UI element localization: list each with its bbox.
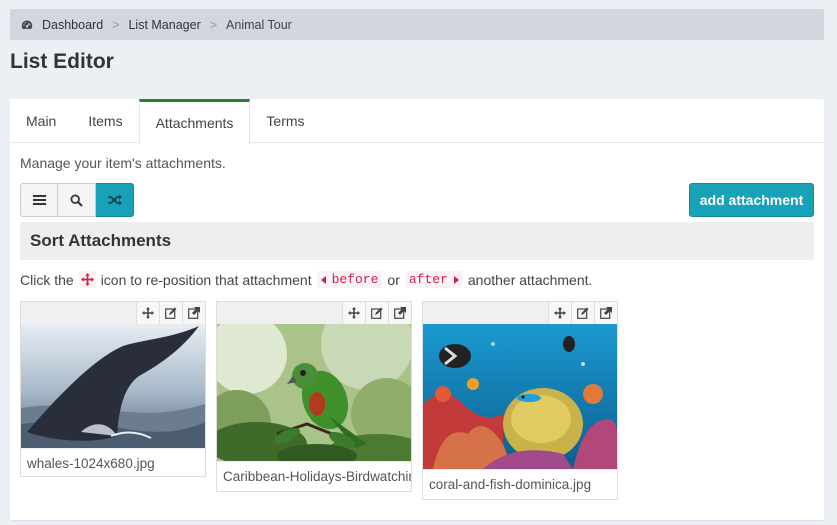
attachment-filename: whales-1024x680.jpg <box>21 448 205 478</box>
sort-instructions: Click the icon to re-position that attac… <box>20 271 592 288</box>
dashboard-icon <box>21 20 33 29</box>
after-code: after <box>404 271 463 288</box>
tab-items[interactable]: Items <box>72 99 138 143</box>
view-toggle-group <box>20 183 134 217</box>
attachment-card: Caribbean-Holidays-Birdwatching.jpg <box>216 301 412 492</box>
attachment-card: whales-1024x680.jpg <box>20 301 206 477</box>
tab-attachments[interactable]: Attachments <box>138 99 251 144</box>
list-view-button[interactable] <box>20 183 58 217</box>
move-icon[interactable] <box>136 302 159 324</box>
manage-description: Manage your item's attachments. <box>20 155 226 171</box>
search-icon <box>70 193 83 207</box>
move-icon[interactable] <box>548 302 571 324</box>
instructions-suffix: another attachment. <box>467 271 593 288</box>
breadcrumb-separator: > <box>112 17 120 32</box>
tab-terms[interactable]: Terms <box>250 99 320 143</box>
breadcrumb-current: Animal Tour <box>226 17 292 32</box>
tab-bar: Main Items Attachments Terms <box>10 99 824 144</box>
instructions-middle: icon to re-position that attachment <box>100 271 312 288</box>
before-label: before <box>331 272 379 287</box>
caret-right-icon <box>453 275 459 284</box>
shuffle-icon <box>107 194 122 206</box>
move-icon[interactable] <box>342 302 365 324</box>
before-code: before <box>316 271 383 288</box>
caret-left-icon <box>320 275 326 284</box>
list-icon <box>32 195 46 205</box>
coral-reef-image <box>423 324 617 469</box>
external-link-icon[interactable] <box>388 302 411 324</box>
tab-main[interactable]: Main <box>10 99 72 143</box>
move-icon <box>78 271 96 288</box>
attachment-card: coral-and-fish-dominica.jpg <box>422 301 618 500</box>
whale-tail-image <box>21 324 205 448</box>
parrot-image <box>217 324 411 461</box>
breadcrumb-list-manager[interactable]: List Manager <box>128 18 200 32</box>
external-link-icon[interactable] <box>182 302 205 324</box>
edit-icon[interactable] <box>159 302 182 324</box>
edit-icon[interactable] <box>365 302 388 324</box>
add-attachment-button[interactable]: add attachment <box>689 183 814 217</box>
sort-button[interactable] <box>96 183 134 217</box>
instructions-or: or <box>387 271 400 288</box>
attachment-filename: coral-and-fish-dominica.jpg <box>423 469 617 499</box>
after-label: after <box>408 272 448 287</box>
breadcrumb: Dashboard > List Manager > Animal Tour <box>10 9 824 40</box>
external-link-icon[interactable] <box>594 302 617 324</box>
instructions-prefix: Click the <box>20 271 74 288</box>
attachment-filename: Caribbean-Holidays-Birdwatching.jpg <box>217 461 411 491</box>
edit-icon[interactable] <box>571 302 594 324</box>
page-title: List Editor <box>10 50 114 73</box>
breadcrumb-separator: > <box>209 17 218 32</box>
card-toolbar <box>217 302 411 324</box>
editor-panel: Main Items Attachments Terms Manage your… <box>10 99 824 520</box>
search-button[interactable] <box>58 183 96 217</box>
card-toolbar <box>423 302 617 324</box>
breadcrumb-dashboard[interactable]: Dashboard <box>42 18 103 32</box>
sort-attachments-heading: Sort Attachments <box>20 222 814 260</box>
card-toolbar <box>21 302 205 324</box>
